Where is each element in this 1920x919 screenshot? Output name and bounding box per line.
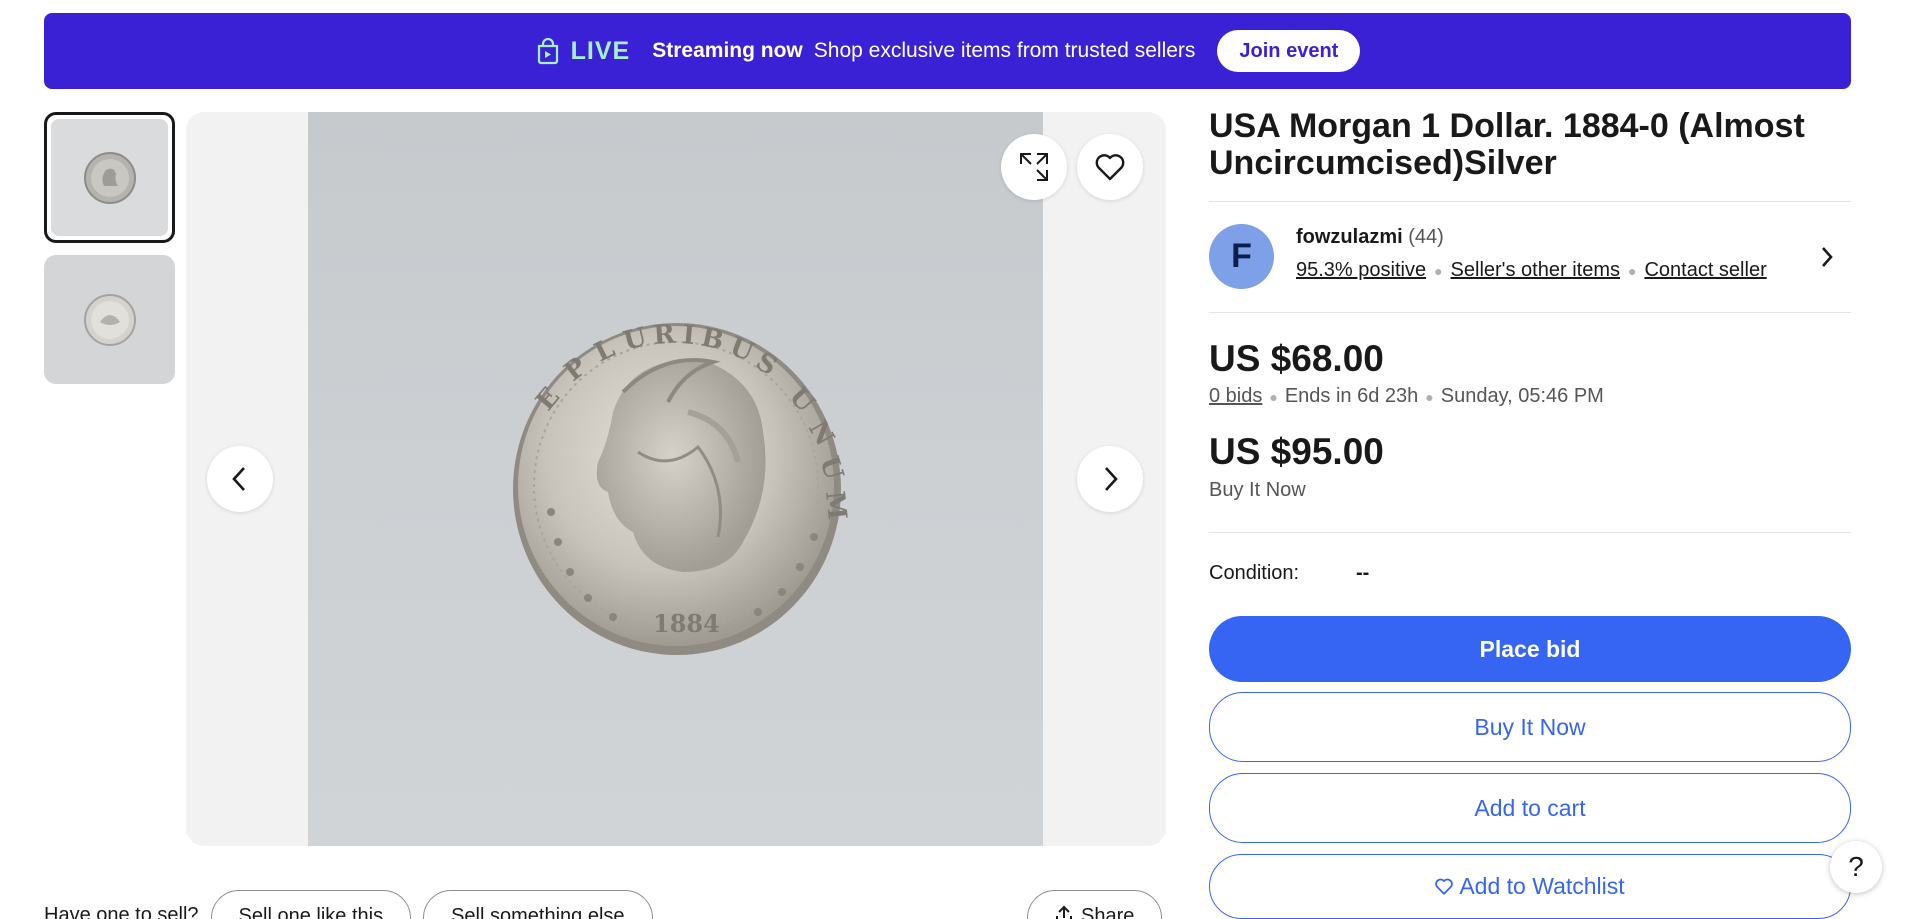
buy-it-now-button[interactable]: Buy It Now — [1209, 692, 1851, 762]
heart-icon — [1435, 878, 1454, 895]
main-coin-photo[interactable]: E P L U R I B U S U N U M 1884 — [308, 112, 1043, 846]
svg-text:R: R — [652, 320, 676, 351]
add-to-cart-button[interactable]: Add to cart — [1209, 773, 1851, 843]
seller-info: fowzulazmi (44) — [1296, 226, 1444, 249]
separator-dot: ● — [1269, 388, 1278, 405]
thumbnail-image — [51, 119, 168, 236]
thumbnail-2[interactable] — [44, 255, 175, 384]
svg-text:M: M — [819, 490, 852, 522]
svg-text:1884: 1884 — [653, 609, 720, 638]
add-to-watchlist-label: Add to Watchlist — [1459, 873, 1625, 899]
divider — [1209, 312, 1851, 313]
sell-question: Have one to sell? — [44, 904, 199, 919]
shopping-bag-icon — [535, 37, 561, 65]
bids-link[interactable]: 0 bids — [1209, 385, 1262, 408]
contact-seller-link[interactable]: Contact seller — [1644, 259, 1766, 282]
ends-in: Ends in 6d 23h — [1284, 385, 1419, 407]
thumbnail-image — [83, 293, 136, 346]
banner-message: Shop exclusive items from trusted seller… — [813, 39, 1196, 62]
thumbnail-1[interactable] — [44, 112, 175, 243]
bid-info: 0 bids ● Ends in 6d 23h ● Sunday, 05:46 … — [1209, 385, 1604, 408]
separator-dot: ● — [1434, 262, 1443, 279]
seller-feedback-count: (44) — [1408, 226, 1444, 248]
live-event-banner: LIVE Streaming now Shop exclusive items … — [44, 13, 1851, 89]
listing-title: USA Morgan 1 Dollar. 1884-0 (Almost Unci… — [1209, 107, 1805, 182]
separator-dot: ● — [1425, 388, 1434, 405]
auction-price: US $68.00 — [1209, 338, 1384, 379]
live-label: LIVE — [570, 36, 631, 65]
buy-it-now-label: Buy It Now — [1209, 479, 1306, 501]
chevron-right-icon — [1822, 247, 1833, 267]
expand-icon — [1020, 153, 1048, 181]
share-icon — [1056, 905, 1072, 919]
sell-prompt-row: Have one to sell? Sell one like this Sel… — [44, 890, 653, 919]
sell-one-like-this-button[interactable]: Sell one like this — [210, 890, 412, 919]
heart-icon — [1095, 154, 1125, 181]
buy-it-now-price: US $95.00 — [1209, 431, 1384, 472]
condition-value: -- — [1356, 562, 1370, 584]
join-event-button[interactable]: Join event — [1217, 30, 1361, 72]
divider — [1209, 532, 1851, 533]
seller-positive-link[interactable]: 95.3% positive — [1296, 259, 1426, 282]
share-label: Share — [1081, 905, 1135, 919]
watch-heart-button[interactable] — [1077, 134, 1143, 200]
share-button[interactable]: Share — [1027, 890, 1163, 919]
separator-dot: ● — [1627, 262, 1637, 279]
place-bid-button[interactable]: Place bid — [1209, 616, 1851, 682]
add-to-watchlist-button[interactable]: Add to Watchlist — [1209, 854, 1851, 919]
streaming-label: Streaming now — [652, 39, 803, 62]
help-button[interactable]: ? — [1830, 841, 1882, 893]
fullscreen-button[interactable] — [1001, 134, 1067, 200]
image-gallery: E P L U R I B U S U N U M 1884 — [186, 112, 1166, 846]
seller-avatar[interactable]: F — [1209, 224, 1274, 289]
live-badge: LIVE — [535, 37, 631, 66]
previous-image-button[interactable] — [207, 446, 273, 512]
next-image-button[interactable] — [1077, 446, 1143, 512]
svg-text:I: I — [681, 320, 696, 351]
seller-links: 95.3% positive ● Seller's other items ● … — [1296, 259, 1767, 282]
seller-other-items-link[interactable]: Seller's other items — [1451, 259, 1620, 282]
divider — [1209, 201, 1851, 202]
end-time: Sunday, 05:46 PM — [1440, 385, 1604, 407]
seller-name[interactable]: fowzulazmi — [1296, 226, 1403, 248]
chevron-left-icon — [232, 467, 245, 491]
seller-details-button[interactable] — [1818, 243, 1836, 276]
condition-label: Condition: — [1209, 562, 1300, 584]
sell-something-else-button[interactable]: Sell something else — [423, 890, 653, 919]
chevron-right-icon — [1105, 467, 1118, 491]
